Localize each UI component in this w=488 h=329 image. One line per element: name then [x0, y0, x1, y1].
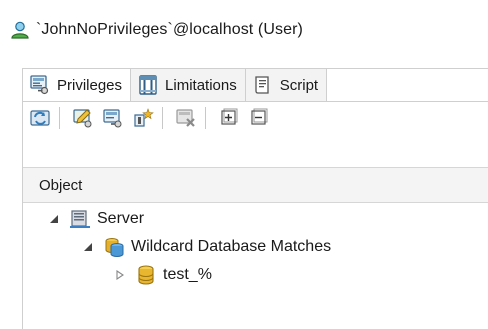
collapse-all-icon	[251, 108, 268, 125]
tab-divider	[23, 101, 488, 102]
tab-limitations-label: Limitations	[165, 76, 237, 94]
tab-privileges-label: Privileges	[57, 76, 123, 94]
add-privilege-icon	[134, 108, 154, 127]
tree-row-server[interactable]: Server	[23, 205, 488, 233]
refresh-button[interactable]	[27, 105, 53, 131]
window-title: `JohnNoPrivileges`@localhost (User)	[11, 18, 303, 42]
toolbar	[23, 103, 272, 133]
grant-all-button[interactable]	[100, 105, 126, 131]
tab-limitations[interactable]: Limitations	[131, 69, 246, 101]
expanded-arrow-icon[interactable]	[81, 240, 95, 254]
toolbar-separator	[205, 107, 206, 129]
tree-row-label: Server	[97, 210, 145, 227]
tree-row-label: Wildcard Database Matches	[131, 238, 332, 255]
tab-bar: Privileges Limitations Script	[23, 69, 328, 101]
tab-privileges[interactable]: Privileges	[23, 69, 132, 101]
database-group-icon	[103, 236, 125, 258]
script-icon	[255, 76, 269, 94]
add-privilege-button[interactable]	[130, 105, 156, 131]
tab-script-label: Script	[279, 76, 319, 94]
tree-row-wildcard-database-matches[interactable]: Wildcard Database Matches	[23, 233, 488, 261]
collapsed-arrow-icon[interactable]	[113, 268, 127, 282]
user-editor: Privileges Limitations Script Object Ser…	[22, 68, 488, 329]
limitations-icon	[139, 75, 157, 95]
server-icon	[69, 208, 91, 230]
window-title-text: `JohnNoPrivileges`@localhost (User)	[36, 21, 303, 38]
grant-icon	[73, 109, 92, 128]
tab-script[interactable]: Script	[245, 69, 328, 101]
tree-row-test-database[interactable]: test_%	[23, 261, 488, 289]
toolbar-separator	[59, 107, 60, 129]
toolbar-separator	[162, 107, 163, 129]
grant-all-icon	[103, 109, 122, 128]
revoke-icon	[176, 109, 195, 127]
expand-all-button[interactable]	[216, 105, 242, 131]
refresh-icon	[30, 110, 50, 126]
column-header-object[interactable]: Object	[23, 167, 488, 203]
expanded-arrow-icon[interactable]	[47, 212, 61, 226]
grant-button[interactable]	[70, 105, 96, 131]
tree-row-label: test_%	[163, 266, 212, 283]
privileges-icon	[30, 75, 49, 95]
database-icon	[135, 264, 157, 286]
user-icon	[11, 21, 29, 39]
expand-all-icon	[221, 108, 238, 125]
revoke-button[interactable]	[173, 105, 199, 131]
column-header-label: Object	[39, 176, 83, 194]
collapse-all-button[interactable]	[246, 105, 272, 131]
